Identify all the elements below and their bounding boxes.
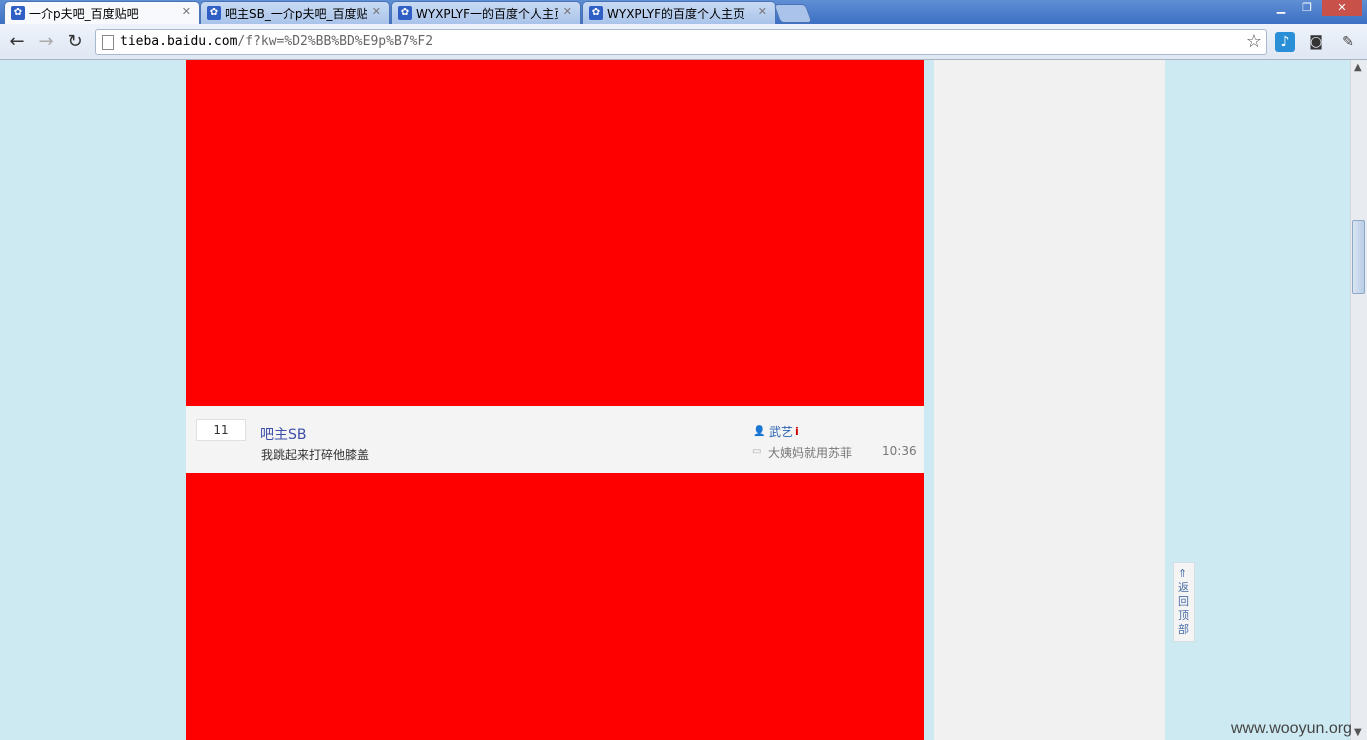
arrow-up-icon: ⇑ — [1178, 567, 1188, 580]
tab-2[interactable]: ✿ 吧主SB_一介p夫吧_百度贴吧 ✕ — [200, 1, 390, 24]
url-text[interactable]: tieba.baidu.com/f?kw=%D2%BB%BD%E9p%B7%F2 — [120, 34, 433, 49]
url-path: /f?kw=%D2%BB%BD%E9p%B7%F2 — [237, 34, 434, 49]
tab-strip: ✿ 一介p夫吧_百度贴吧 ✕ ✿ 吧主SB_一介p夫吧_百度贴吧 ✕ ✿ WYX… — [0, 0, 1367, 24]
baidu-paw-icon: ✿ — [398, 6, 412, 20]
author-link[interactable]: 武艺 — [769, 423, 793, 440]
new-tab-button[interactable] — [773, 4, 813, 23]
tab-title: WYXPLYF一的百度个人主页 — [416, 7, 558, 21]
maximize-button[interactable]: ❐ — [1294, 0, 1320, 16]
user-icon: 👤 — [753, 426, 766, 437]
tab-title: 吧主SB_一介p夫吧_百度贴吧 — [225, 7, 367, 21]
reply-time: 10:36 — [882, 444, 917, 458]
tab-title: 一介p夫吧_百度贴吧 — [29, 7, 139, 21]
wrench-icon[interactable]: ✎ — [1338, 32, 1358, 52]
baidu-paw-icon: ✿ — [589, 6, 603, 20]
injected-red-block — [186, 473, 924, 740]
reply-bubble-icon: ▭ — [752, 446, 762, 457]
reload-icon[interactable]: ↻ — [64, 31, 86, 53]
watermark: www.wooyun.org — [1231, 720, 1352, 737]
reply-count: 11 — [196, 419, 246, 441]
back-to-top-button[interactable]: ⇑ 返回顶部 — [1173, 562, 1195, 642]
back-icon[interactable]: ← — [6, 31, 28, 53]
minimize-button[interactable]: ▁ — [1268, 0, 1294, 16]
vertical-scrollbar[interactable]: ▲ ▼ — [1350, 60, 1367, 740]
thread-list-item[interactable]: 11 吧主SB 我跳起来打碎他膝盖 👤 武艺 i ▭ 大姨妈就用苏菲 10:36 — [186, 406, 924, 473]
thread-title-link[interactable]: 吧主SB — [260, 424, 307, 444]
tab-close-icon[interactable]: ✕ — [563, 5, 572, 18]
camera-icon[interactable]: ◙ — [1306, 32, 1326, 52]
tab-3[interactable]: ✿ WYXPLYF一的百度个人主页 ✕ — [391, 1, 581, 24]
injected-red-block — [186, 60, 924, 406]
tab-title: WYXPLYF的百度个人主页 — [607, 7, 745, 21]
scroll-down-icon[interactable]: ▼ — [1354, 727, 1362, 738]
address-bar[interactable]: tieba.baidu.com/f?kw=%D2%BB%BD%E9p%B7%F2… — [95, 29, 1267, 55]
back-to-top-label: 返回顶部 — [1178, 581, 1189, 636]
page-viewport: 11 吧主SB 我跳起来打碎他膝盖 👤 武艺 i ▭ 大姨妈就用苏菲 10:36… — [0, 60, 1350, 740]
member-badge-icon: i — [795, 425, 799, 438]
right-sidebar — [934, 60, 1165, 740]
tab-close-icon[interactable]: ✕ — [182, 5, 191, 18]
tab-close-icon[interactable]: ✕ — [372, 5, 381, 18]
thread-abstract: 我跳起来打碎他膝盖 — [261, 448, 370, 462]
page-icon — [102, 35, 114, 50]
browser-toolbar: ← → ↻ tieba.baidu.com/f?kw=%D2%BB%BD%E9p… — [0, 24, 1367, 60]
scrollbar-thumb[interactable] — [1352, 220, 1365, 294]
last-replier[interactable]: 大姨妈就用苏菲 — [768, 444, 852, 461]
close-window-button[interactable]: ✕ — [1322, 0, 1362, 16]
star-icon[interactable]: ☆ — [1246, 31, 1262, 52]
tab-4[interactable]: ✿ WYXPLYF的百度个人主页 ✕ — [582, 1, 776, 24]
forward-icon[interactable]: → — [35, 31, 57, 53]
tab-1[interactable]: ✿ 一介p夫吧_百度贴吧 ✕ — [4, 1, 200, 24]
url-host: tieba.baidu.com — [120, 34, 238, 49]
baidu-paw-icon: ✿ — [11, 6, 25, 20]
extension-icon[interactable]: ♪ — [1275, 32, 1295, 52]
tab-close-icon[interactable]: ✕ — [758, 5, 767, 18]
scroll-up-icon[interactable]: ▲ — [1354, 62, 1362, 73]
baidu-paw-icon: ✿ — [207, 6, 221, 20]
